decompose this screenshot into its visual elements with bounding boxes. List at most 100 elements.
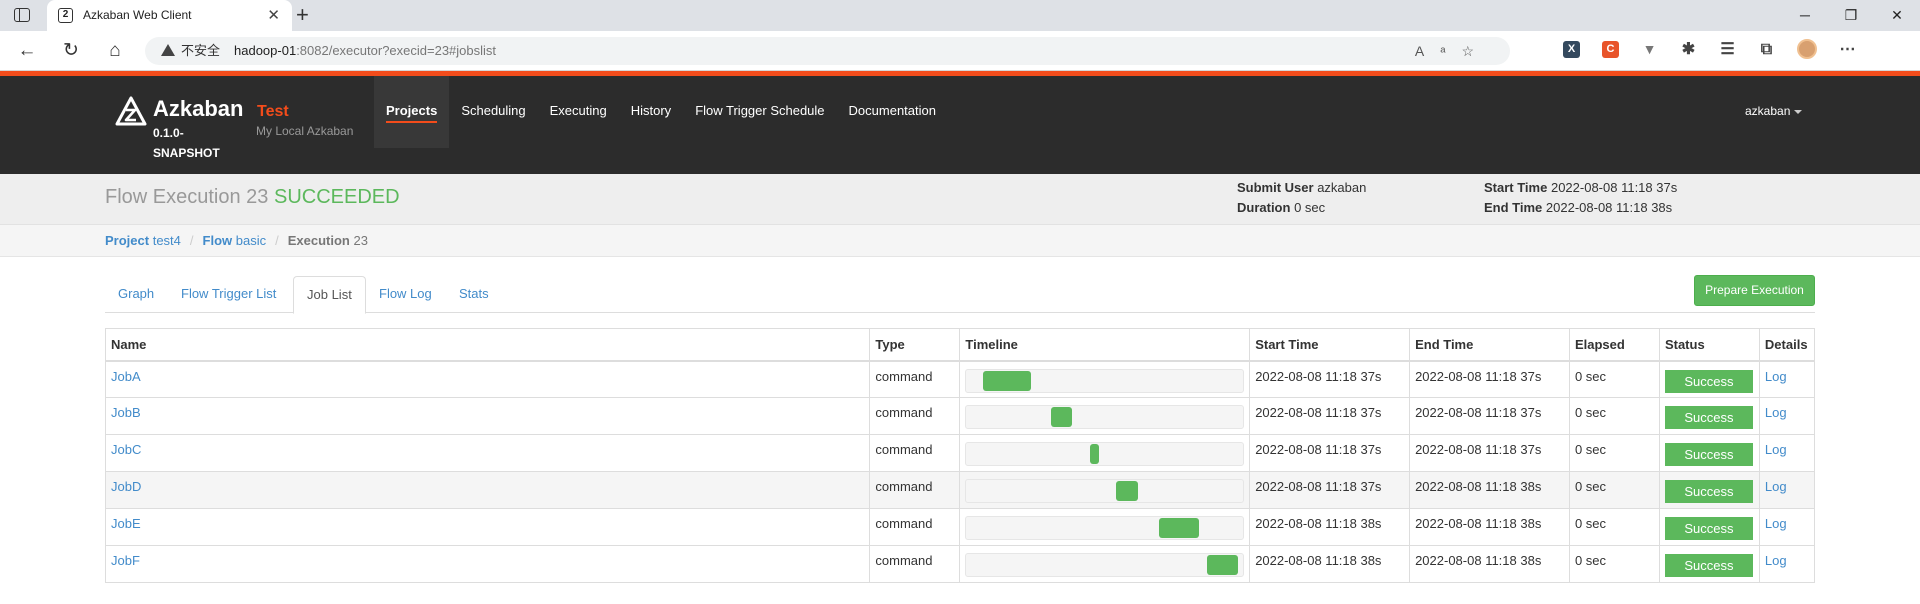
tab-stats[interactable]: Stats	[446, 276, 502, 313]
breadcrumb-separator: /	[189, 233, 194, 248]
tab-flow-trigger-list[interactable]: Flow Trigger List	[168, 276, 289, 313]
breadcrumb-project[interactable]: Project test4	[105, 233, 181, 248]
timeline-bar	[1158, 518, 1199, 538]
tab-actions-icon[interactable]	[14, 8, 30, 22]
read-aloud-icon[interactable]: Aᵃ	[1415, 43, 1462, 59]
new-tab-icon[interactable]: +	[296, 2, 309, 28]
log-link[interactable]: Log	[1765, 479, 1787, 494]
azkaban-header: Azkaban 0.1.0-SNAPSHOT Test My Local Azk…	[0, 76, 1920, 174]
timeline-track	[965, 553, 1245, 577]
timeline-track	[965, 516, 1245, 540]
nav-label: Executing	[549, 103, 607, 118]
nav-documentation[interactable]: Documentation	[837, 76, 948, 148]
page-title: Flow Execution 23 SUCCEEDED	[105, 186, 400, 209]
breadcrumb-execution-label: Execution	[287, 233, 350, 248]
flow-info-bar: Flow Execution 23 SUCCEEDED Submit User …	[0, 174, 1920, 225]
collections-icon[interactable]: ⧉	[1758, 41, 1775, 58]
log-link[interactable]: Log	[1765, 369, 1787, 384]
job-elapsed: 0 sec	[1568, 434, 1660, 472]
column-header-status: Status	[1658, 328, 1760, 362]
caret-down-icon	[1794, 109, 1803, 114]
favorites-icon[interactable]: ☰	[1719, 41, 1736, 58]
table-header-row: Name Type Timeline Start Time End Time E…	[104, 328, 1816, 362]
duration-value: 0 sec	[1294, 200, 1326, 215]
job-name-link[interactable]: JobF	[111, 553, 140, 568]
extension-c-icon[interactable]: C	[1602, 40, 1619, 58]
address-input[interactable]: 不安全 hadoop-01:8082/executor?execid=23#job…	[145, 37, 1510, 65]
log-link[interactable]: Log	[1765, 442, 1787, 457]
status-badge: Success	[1664, 443, 1753, 466]
browser-tab-title: Azkaban Web Client	[83, 8, 192, 22]
table-row: JobF command 2022-08-08 11:18 38s 2022-0…	[104, 545, 1816, 583]
favorite-add-icon[interactable]: ☆	[1461, 43, 1490, 59]
job-end-time: 2022-08-08 11:18 38s	[1409, 471, 1570, 509]
url-host: hadoop-01	[234, 43, 297, 58]
url-path: :8082/executor?execid=23#jobslist	[296, 43, 497, 58]
extensions-puzzle-icon[interactable]: ✱	[1680, 41, 1697, 58]
breadcrumb: Project test4 / Flow basic / Execution 23	[0, 225, 1920, 257]
nav-history[interactable]: History	[619, 76, 683, 148]
tab-graph[interactable]: Graph	[105, 276, 167, 313]
window-controls: ─ ❐ ✕	[1782, 0, 1920, 31]
column-header-start-time: Start Time	[1249, 328, 1411, 362]
timeline-track	[965, 368, 1245, 393]
log-link[interactable]: Log	[1765, 516, 1787, 531]
tab-flow-log[interactable]: Flow Log	[366, 276, 445, 313]
tab-close-icon[interactable]: ✕	[267, 0, 280, 31]
azkaban-logo-icon[interactable]	[115, 96, 147, 128]
back-arrow-icon[interactable]: ←	[14, 38, 40, 64]
job-start-time: 2022-08-08 11:18 37s	[1249, 360, 1411, 398]
extension-vue-icon[interactable]: ▼	[1641, 41, 1658, 58]
profile-avatar[interactable]	[1797, 39, 1817, 59]
breadcrumb-separator: /	[275, 233, 279, 248]
reload-icon[interactable]: ↻	[58, 38, 84, 64]
nav-executing[interactable]: Executing	[538, 76, 619, 148]
timeline-bar	[982, 370, 1032, 391]
submit-user-label: Submit User	[1237, 180, 1314, 195]
nav-flow-trigger-schedule[interactable]: Flow Trigger Schedule	[683, 76, 836, 148]
home-icon[interactable]: ⌂	[102, 38, 128, 64]
column-header-timeline: Timeline	[959, 328, 1251, 362]
more-menu-icon[interactable]: ⋯	[1839, 41, 1856, 58]
nav-scheduling[interactable]: Scheduling	[449, 76, 537, 148]
breadcrumb-flow-value: basic	[235, 233, 267, 248]
nav-projects[interactable]: Projects	[374, 76, 450, 148]
job-name-link[interactable]: JobC	[111, 442, 141, 457]
app-name[interactable]: Azkaban	[153, 96, 243, 122]
column-header-end-time: End Time	[1409, 328, 1570, 362]
column-header-elapsed: Elapsed	[1568, 328, 1660, 362]
breadcrumb-project-value: test4	[152, 233, 181, 248]
table-row: JobD command 2022-08-08 11:18 37s 2022-0…	[104, 471, 1816, 509]
job-end-time: 2022-08-08 11:18 37s	[1409, 360, 1570, 398]
environment-name: Test	[257, 103, 289, 120]
job-name-link[interactable]: JobB	[111, 405, 141, 420]
log-link[interactable]: Log	[1765, 405, 1787, 420]
job-type: command	[869, 434, 961, 472]
job-type: command	[869, 508, 961, 546]
flow-status: SUCCEEDED	[273, 186, 400, 208]
browser-tab[interactable]: 2 Azkaban Web Client ✕	[47, 0, 292, 31]
restore-icon[interactable]: ❐	[1828, 0, 1874, 31]
log-link[interactable]: Log	[1765, 553, 1787, 568]
job-elapsed: 0 sec	[1568, 508, 1660, 546]
start-time-label: Start Time	[1484, 180, 1548, 195]
minimize-icon[interactable]: ─	[1782, 0, 1828, 31]
job-name-link[interactable]: JobE	[111, 516, 141, 531]
job-name-link[interactable]: JobD	[111, 479, 141, 494]
job-name-link[interactable]: JobA	[111, 369, 141, 384]
tab-job-list[interactable]: Job List	[293, 276, 366, 314]
breadcrumb-flow[interactable]: Flow basic	[203, 233, 267, 248]
prepare-execution-button[interactable]: Prepare Execution	[1694, 275, 1815, 306]
user-menu[interactable]: azkaban	[1745, 104, 1803, 118]
submit-user-value: azkaban	[1317, 180, 1367, 195]
job-type: command	[869, 471, 961, 509]
status-badge: Success	[1664, 554, 1753, 577]
column-header-details: Details	[1758, 328, 1816, 362]
nav-label: Documentation	[848, 103, 936, 118]
job-list-table: Name Type Timeline Start Time End Time E…	[104, 328, 1816, 583]
status-badge: Success	[1664, 369, 1753, 393]
extension-x-icon[interactable]: X	[1563, 40, 1580, 58]
nav-label: Projects	[386, 103, 438, 123]
close-window-icon[interactable]: ✕	[1874, 0, 1920, 31]
nav-label: History	[630, 103, 672, 118]
